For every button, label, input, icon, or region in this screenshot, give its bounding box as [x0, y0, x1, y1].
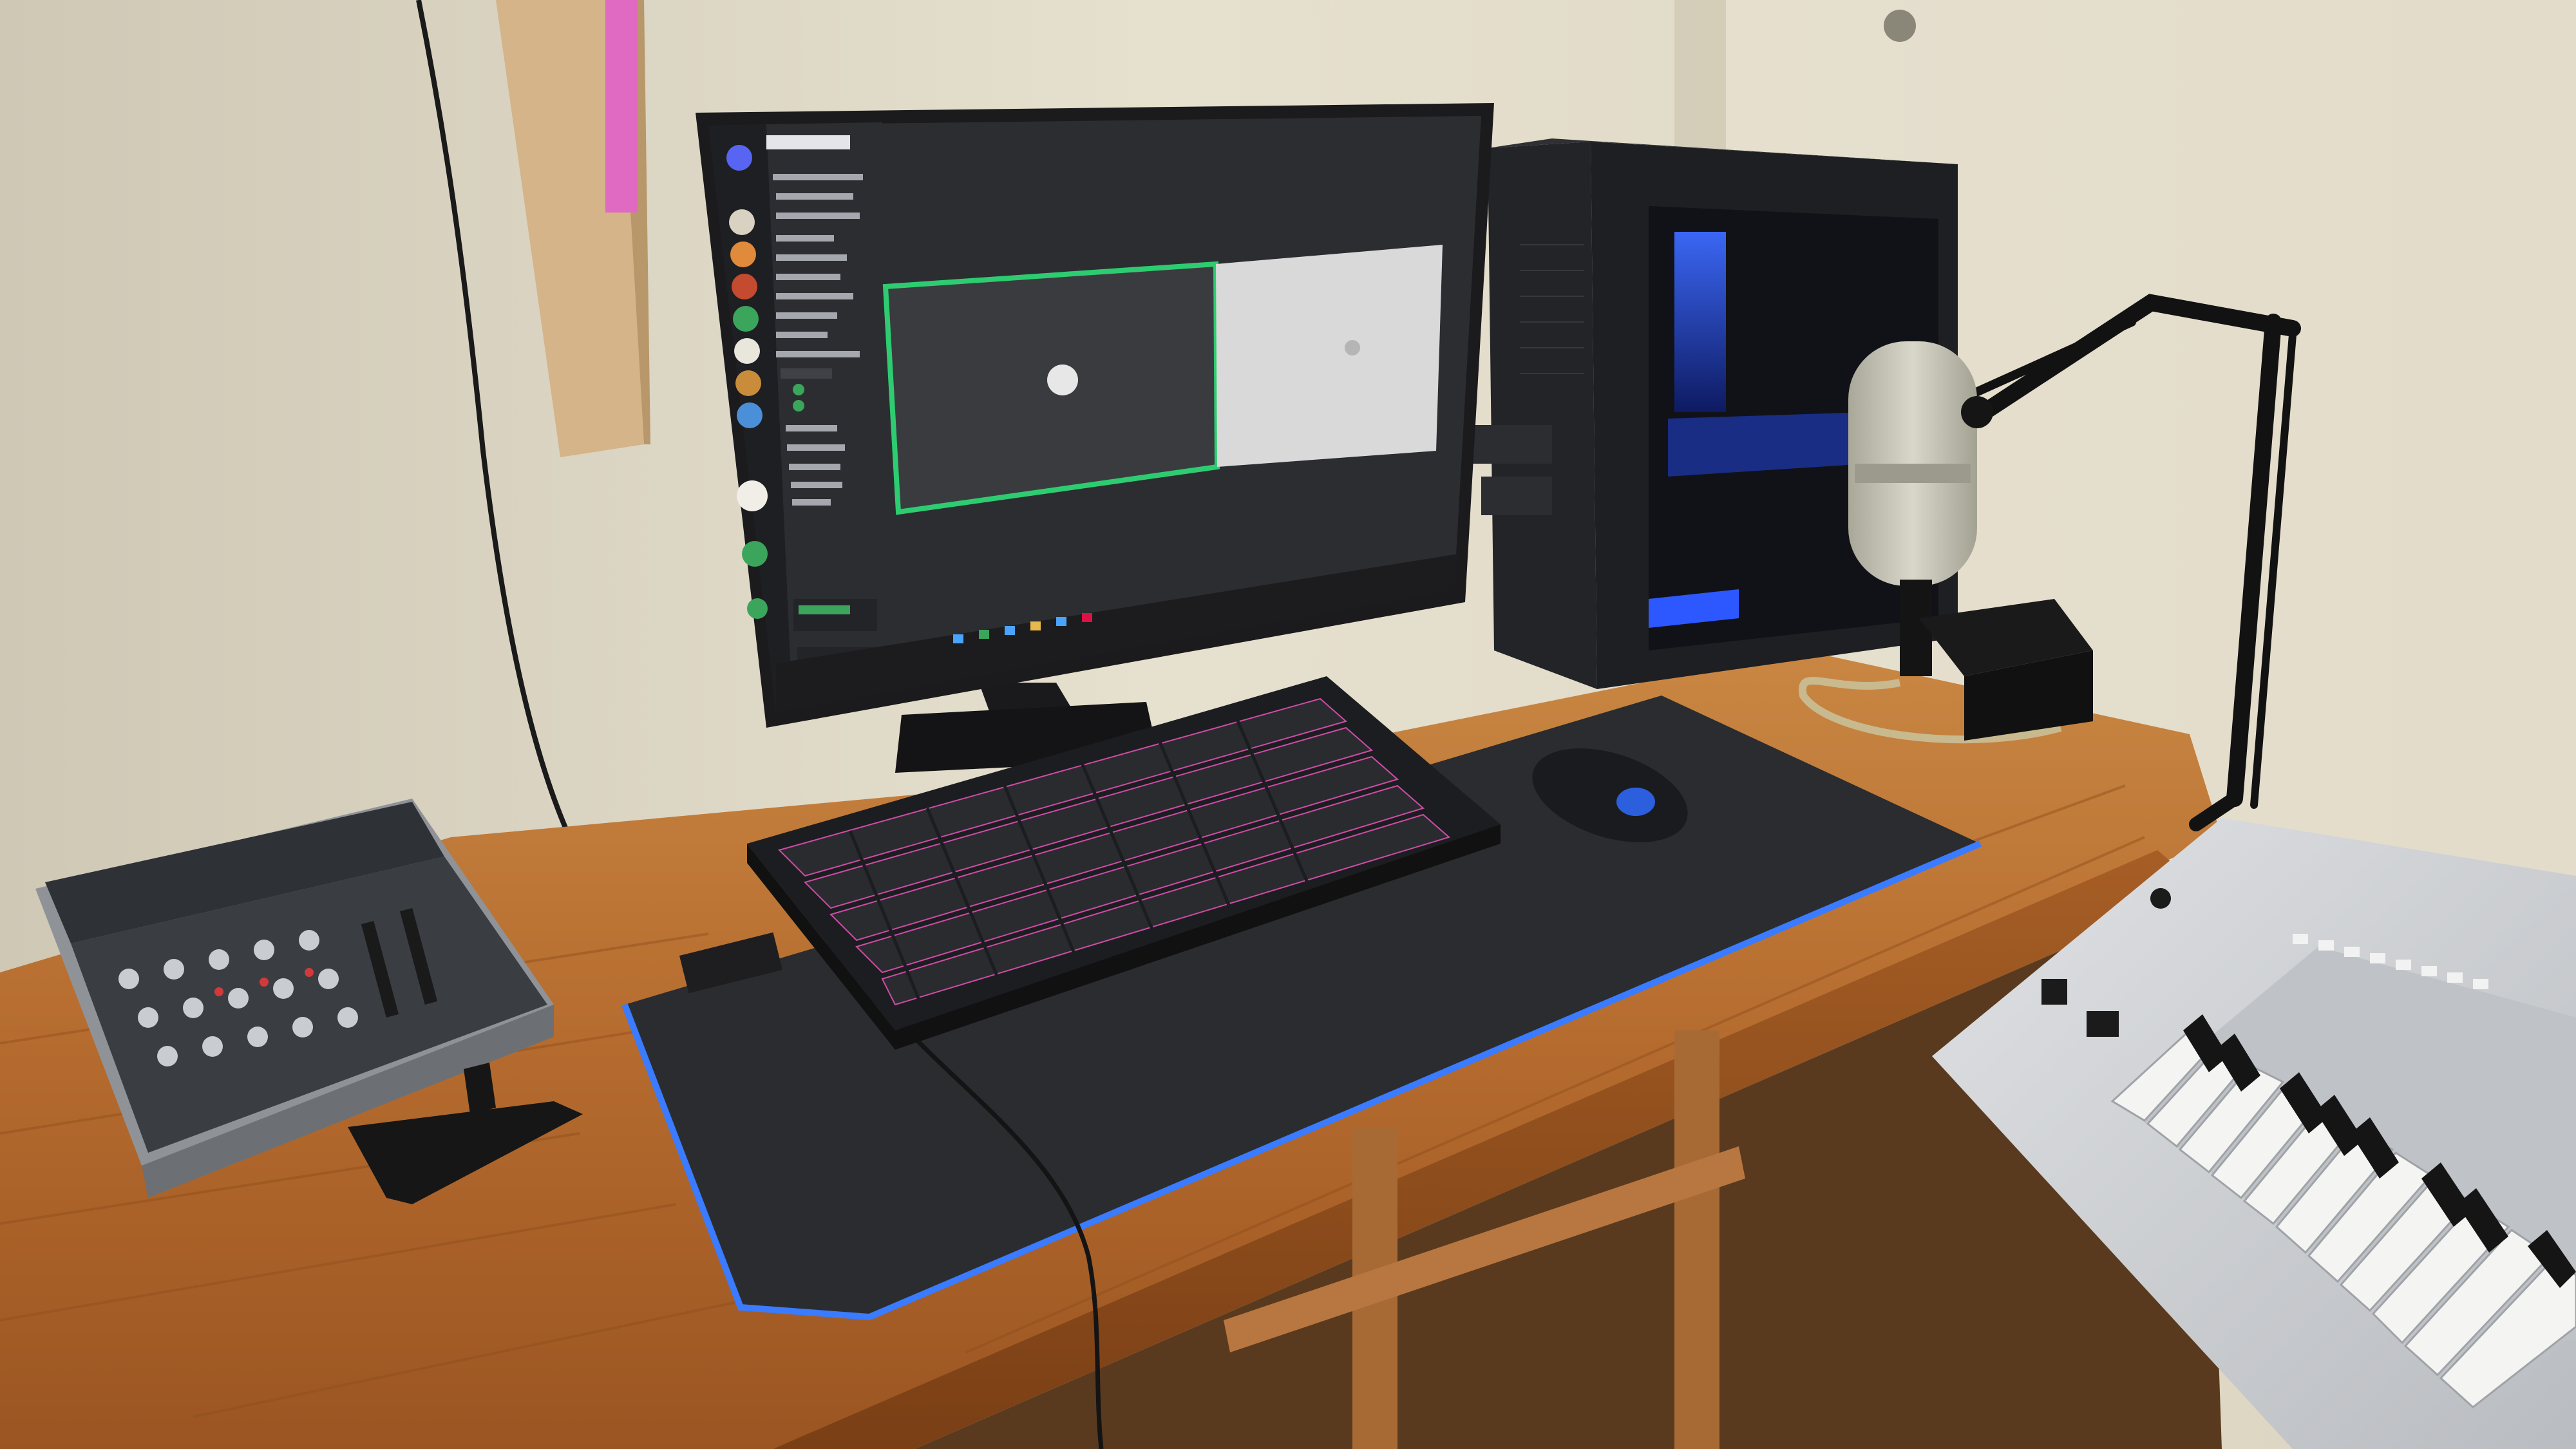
active-voice-channel	[781, 368, 832, 379]
desk-leg-back	[1674, 1030, 1719, 1449]
pc-drive-bay	[1468, 425, 1552, 464]
channel-row	[776, 193, 853, 200]
piano-button	[2041, 979, 2067, 1005]
channel-row	[773, 174, 863, 180]
voice-connected-bar	[799, 605, 850, 614]
home-icon	[726, 145, 752, 171]
voice-category-row	[776, 351, 860, 357]
pc-rgb-glow	[1674, 232, 1726, 412]
piano-button	[2087, 1011, 2119, 1037]
channel-row	[787, 444, 845, 451]
channel-row	[776, 332, 828, 338]
desk-setup-photo	[0, 0, 2576, 1449]
pink-poster-edge	[605, 0, 638, 213]
channel-row	[776, 274, 840, 280]
channel-row	[792, 499, 831, 506]
participant-avatar	[1345, 340, 1360, 355]
piano-knob	[2150, 888, 2171, 909]
user-panel	[793, 599, 877, 631]
channel-row	[776, 312, 837, 319]
channel-row	[776, 293, 853, 299]
video-tile-idle	[1216, 245, 1443, 467]
channel-row	[791, 482, 842, 488]
channel-row	[776, 254, 847, 261]
photo-canvas	[0, 0, 2576, 1449]
channel-row	[776, 235, 834, 242]
participant-avatar	[1047, 365, 1078, 395]
channel-row	[786, 425, 837, 431]
mouse-logo-glow	[1616, 788, 1655, 816]
channel-row	[789, 464, 840, 470]
wall-hook	[1884, 10, 1916, 42]
channel-row	[776, 213, 860, 219]
voice-user-avatar	[793, 400, 804, 412]
server-name-header	[766, 135, 850, 149]
voice-user-avatar	[793, 384, 804, 395]
